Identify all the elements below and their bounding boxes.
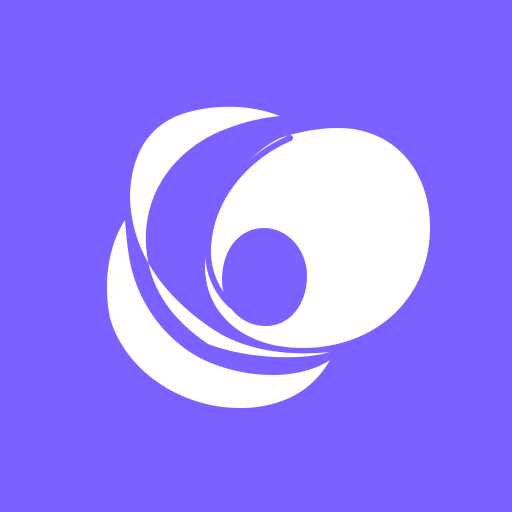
swirl-inner-hole (222, 228, 307, 326)
swirl-logo-icon (0, 0, 512, 512)
app-icon-canvas (0, 0, 512, 512)
